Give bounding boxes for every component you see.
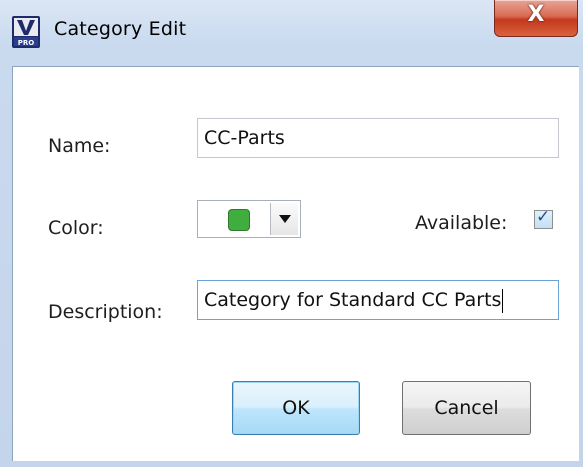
window-title: Category Edit — [54, 18, 187, 40]
chevron-down-icon — [279, 215, 291, 223]
description-label: Description: — [48, 301, 163, 323]
color-dropdown-button[interactable] — [270, 203, 298, 235]
text-caret — [502, 288, 504, 313]
name-field[interactable]: CC-Parts — [197, 118, 559, 158]
description-field[interactable]: Category for Standard CC Parts — [197, 280, 559, 320]
description-text: Category for Standard CC Parts — [204, 289, 502, 311]
name-label: Name: — [48, 135, 111, 157]
dialog-window: PRO Category Edit X Name: CC-Parts Color… — [0, 0, 583, 467]
close-icon: X — [527, 2, 545, 27]
title-bar[interactable]: PRO Category Edit X — [0, 0, 583, 66]
available-checkbox[interactable]: ✓ — [534, 207, 553, 229]
cancel-button[interactable]: Cancel — [402, 381, 531, 435]
close-button[interactable]: X — [494, 0, 578, 37]
dialog-body: Name: CC-Parts Color: Available: ✓ Descr… — [12, 66, 579, 461]
color-swatch — [228, 209, 250, 231]
ok-button[interactable]: OK — [232, 381, 360, 435]
svg-text:PRO: PRO — [18, 39, 35, 47]
checkmark-icon: ✓ — [536, 207, 551, 227]
color-label: Color: — [48, 217, 104, 239]
vpro-app-icon: PRO — [12, 16, 40, 48]
available-label: Available: — [415, 212, 508, 234]
color-picker[interactable] — [197, 200, 301, 238]
